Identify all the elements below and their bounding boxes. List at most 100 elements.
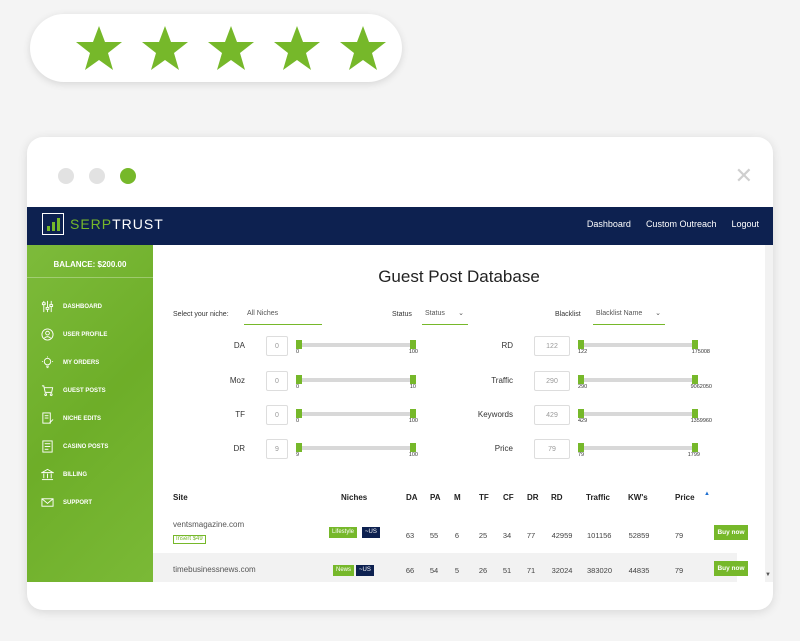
filter-input[interactable]: 79 xyxy=(534,439,570,459)
slider-handle-min[interactable] xyxy=(296,340,302,349)
geo-tag: ~US xyxy=(362,527,380,538)
column-header-m[interactable]: M xyxy=(454,493,461,502)
filter-input[interactable]: 0 xyxy=(266,405,288,425)
column-header-rd[interactable]: RD xyxy=(551,493,563,502)
slider-handle-max[interactable] xyxy=(410,409,416,418)
site-name[interactable]: timebusinessnews.com xyxy=(173,565,256,574)
sidebar-item-niche-edits[interactable]: NICHE EDITS xyxy=(41,412,101,425)
document-edit-icon xyxy=(42,412,54,424)
filter-input[interactable]: 429 xyxy=(534,405,570,425)
column-header-cf[interactable]: CF xyxy=(503,493,514,502)
range-slider[interactable]: 0 10 xyxy=(296,375,416,390)
table-row: ventsmagazine.com Insert $49 Lifestyle ~… xyxy=(153,507,748,553)
filter-input[interactable]: 290 xyxy=(534,371,570,391)
slider-max-label: 100 xyxy=(408,418,418,424)
status-select[interactable]: Status ⌄ xyxy=(422,310,468,325)
slider-handle-min[interactable] xyxy=(578,409,584,418)
column-header-pa[interactable]: PA xyxy=(430,493,441,502)
nav-dashboard-link[interactable]: Dashboard xyxy=(587,219,631,229)
column-header-dr[interactable]: DR xyxy=(527,493,539,502)
sidebar-item-billing[interactable]: BILLING xyxy=(41,468,87,481)
sliders-icon xyxy=(41,300,54,313)
range-slider[interactable]: 0 100 xyxy=(296,340,418,355)
sidebar-item-my-orders[interactable]: MY ORDERS xyxy=(41,356,99,369)
niche-select-value: All Niches xyxy=(247,310,279,317)
slider-handle-max[interactable] xyxy=(692,409,698,418)
slider-handle-min[interactable] xyxy=(578,375,584,384)
status-label: Status xyxy=(392,311,412,318)
filter-input[interactable]: 0 xyxy=(266,336,288,356)
range-slider[interactable]: 0 100 xyxy=(296,409,418,424)
slider-handle-max[interactable] xyxy=(692,375,698,384)
column-header-tf[interactable]: TF xyxy=(479,493,489,502)
filter-input[interactable]: 122 xyxy=(534,336,570,356)
range-slider[interactable]: 290 9062050 xyxy=(578,375,712,390)
column-header-da[interactable]: DA xyxy=(406,493,418,502)
slider-min-label: 122 xyxy=(578,349,588,355)
slider-handle-min[interactable] xyxy=(578,340,584,349)
nav-logout-link[interactable]: Logout xyxy=(731,219,759,229)
top-navbar: SERPTRUST Dashboard Custom Outreach Logo… xyxy=(27,207,773,245)
range-slider[interactable]: 79 1799 xyxy=(578,443,700,458)
slider-min-label: 290 xyxy=(578,384,588,390)
sidebar: BALANCE: $200.00 DASHBOARD USER PROFILE … xyxy=(27,245,153,582)
niche-select[interactable]: All Niches xyxy=(244,310,322,325)
slider-handle-max[interactable] xyxy=(692,340,698,349)
range-slider[interactable]: 122 175008 xyxy=(578,340,710,355)
filter-input[interactable]: 0 xyxy=(266,371,288,391)
cell-m: 6 xyxy=(454,531,460,540)
slider-handle-max[interactable] xyxy=(410,340,416,349)
scroll-down-icon[interactable]: ▼ xyxy=(765,572,771,578)
sidebar-item-support[interactable]: SUPPORT xyxy=(41,496,92,509)
slider-handle-max[interactable] xyxy=(410,375,416,384)
star-icon xyxy=(76,26,122,70)
slider-handle-min[interactable] xyxy=(296,443,302,452)
filter-label: RD xyxy=(501,341,513,350)
filter-label: Keywords xyxy=(477,410,513,419)
slider-handle-max[interactable] xyxy=(692,443,698,452)
logo-text: SERPTRUST xyxy=(70,216,164,232)
sidebar-item-casino-posts[interactable]: CASINO POSTS xyxy=(41,440,108,453)
column-header-kws[interactable]: KW's xyxy=(628,493,648,502)
slider-min-label: 0 xyxy=(296,418,300,424)
sidebar-item-user-profile[interactable]: USER PROFILE xyxy=(41,328,107,341)
column-header-price[interactable]: Price xyxy=(675,493,695,502)
buy-now-button[interactable]: Buy now xyxy=(714,561,748,576)
scrollbar[interactable] xyxy=(765,245,773,582)
slider-handle-max[interactable] xyxy=(410,443,416,452)
column-header-traffic[interactable]: Traffic xyxy=(586,493,610,502)
nav-custom-outreach-link[interactable]: Custom Outreach xyxy=(646,219,717,229)
filter-input[interactable]: 9 xyxy=(266,439,288,459)
window-dot[interactable] xyxy=(120,168,136,184)
lightbulb-icon xyxy=(41,356,54,369)
site-name[interactable]: ventsmagazine.com xyxy=(173,520,244,529)
slider-max-label: 100 xyxy=(408,349,418,355)
range-slider[interactable]: 429 1359960 xyxy=(578,409,712,424)
sidebar-item-guest-posts[interactable]: GUEST POSTS xyxy=(41,384,106,397)
user-icon xyxy=(41,328,54,341)
star-icon xyxy=(208,26,254,70)
serptrust-logo[interactable]: SERPTRUST xyxy=(42,213,164,235)
slider-handle-min[interactable] xyxy=(296,409,302,418)
filter-label: DA xyxy=(233,341,245,350)
filter-label: Price xyxy=(494,444,513,453)
buy-now-button[interactable]: Buy now xyxy=(714,525,748,540)
slider-handle-min[interactable] xyxy=(296,375,302,384)
sort-up-icon[interactable]: ▲ xyxy=(704,491,710,497)
window-dot[interactable] xyxy=(89,168,105,184)
blacklist-select-value: Blacklist Name xyxy=(596,310,643,317)
cell-pa: 54 xyxy=(429,566,439,575)
slider-handle-min[interactable] xyxy=(578,443,584,452)
window-dot[interactable] xyxy=(58,168,74,184)
main-content: Guest Post Database Select your niche: A… xyxy=(153,245,765,582)
column-header-niches[interactable]: Niches xyxy=(341,493,367,502)
close-icon[interactable]: ✕ xyxy=(735,165,753,187)
sidebar-item-label: MY ORDERS xyxy=(63,359,100,366)
range-slider[interactable]: 9 100 xyxy=(296,443,418,458)
cell-dr: 71 xyxy=(526,566,536,575)
cell-cf: 51 xyxy=(502,566,512,575)
sidebar-item-dashboard[interactable]: DASHBOARD xyxy=(41,300,102,313)
column-header-site[interactable]: Site xyxy=(173,493,188,502)
sidebar-item-label: NICHE EDITS xyxy=(63,415,102,422)
blacklist-select[interactable]: Blacklist Name ⌄ xyxy=(593,310,665,325)
